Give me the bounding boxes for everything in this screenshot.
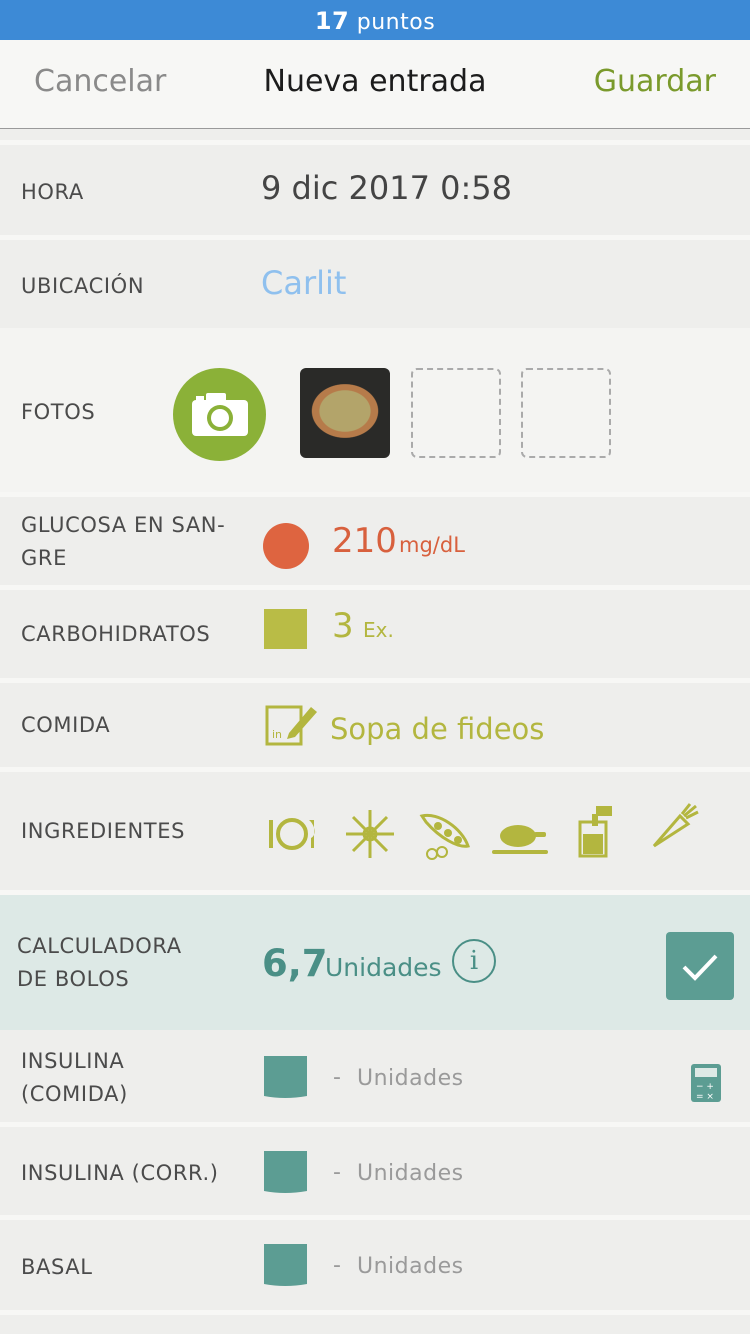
carbs-indicator-square [264, 609, 307, 649]
carbs-label: CARBOHIDRATOS [21, 622, 211, 646]
edit-note-icon: in [265, 705, 317, 746]
ingredients-label: INGREDIENTES [21, 819, 186, 843]
pea-pod-icon[interactable] [418, 808, 472, 862]
bolus-label-line2: DE BOLOS [17, 967, 130, 991]
basal-dash: - [333, 1253, 341, 1278]
info-icon[interactable]: i [452, 939, 496, 983]
carbs-unit: Ex. [363, 618, 394, 642]
insulin-correction-label: INSULINA (CORR.) [21, 1161, 219, 1185]
grain-icon[interactable] [344, 808, 396, 860]
bolus-unit: Unidades [325, 953, 442, 982]
glucose-indicator-dot [263, 523, 309, 569]
checkmark-icon [682, 954, 718, 981]
row-blood-glucose[interactable]: GLUCOSA EN SAN- GRE 210 mg/dL [0, 497, 750, 585]
insulin-meal-label-line1: INSULINA [21, 1049, 125, 1073]
empty-photo-slot[interactable] [411, 368, 501, 458]
time-label: HORA [21, 180, 84, 204]
location-label: UBICACIÓN [21, 274, 145, 298]
location-value[interactable]: Carlit [261, 264, 346, 302]
insulin-correction-unit[interactable]: Unidades [357, 1161, 464, 1186]
photos-label: FOTOS [21, 400, 96, 424]
svg-text:= ×: = × [696, 1092, 714, 1102]
meal-label: COMIDA [21, 713, 111, 737]
row-meal[interactable]: COMIDA in Sopa de fideos [0, 683, 750, 767]
camera-button[interactable] [173, 368, 266, 461]
basal-unit[interactable]: Unidades [357, 1254, 464, 1279]
insulin-correction-dash: - [333, 1160, 341, 1185]
basal-label: BASAL [21, 1255, 93, 1279]
bolus-label-line1: CALCULADORA [17, 934, 182, 958]
save-button[interactable]: Guardar [594, 64, 716, 99]
insulin-meal-unit[interactable]: Unidades [357, 1066, 464, 1091]
time-value[interactable]: 9 dic 2017 0:58 [261, 169, 512, 207]
meal-name[interactable]: Sopa de fideos [330, 712, 544, 746]
basal-badge [264, 1244, 307, 1286]
plate-cutlery-icon[interactable] [266, 808, 318, 858]
glucose-value[interactable]: 210 [332, 521, 397, 561]
meal-photo-thumbnail[interactable] [300, 368, 390, 458]
row-bolus-calculator[interactable]: CALCULADORA DE BOLOS 6,7 Unidades i [0, 895, 750, 1030]
glucose-label-line1: GLUCOSA EN SAN- [21, 513, 226, 537]
calculator-icon[interactable]: − + = × [690, 1063, 722, 1103]
row-location[interactable]: UBICACIÓN Carlit [0, 240, 750, 328]
row-ingredients: INGREDIENTES [0, 772, 750, 890]
row-time[interactable]: HORA 9 dic 2017 0:58 [0, 145, 750, 235]
row-insulin-meal[interactable]: INSULINA (COMIDA) - Unidades − + = × [0, 1030, 750, 1122]
insulin-meal-dash: - [333, 1065, 341, 1090]
points-status-bar: 17 puntos [0, 0, 750, 40]
row-photos: FOTOS [0, 328, 750, 492]
row-basal[interactable]: BASAL - Unidades [0, 1220, 750, 1310]
svg-text:in: in [272, 728, 282, 741]
row-insulin-correction[interactable]: INSULINA (CORR.) - Unidades [0, 1127, 750, 1215]
insulin-meal-badge [264, 1056, 307, 1098]
divider [0, 1310, 750, 1315]
glucose-unit: mg/dL [399, 533, 465, 557]
roast-chicken-icon[interactable] [490, 816, 550, 856]
insulin-correction-badge [264, 1151, 307, 1193]
carbs-value[interactable]: 3 [332, 606, 354, 646]
row-carbohydrates[interactable]: CARBOHIDRATOS 3 Ex. [0, 590, 750, 678]
points-number: 17 [314, 7, 350, 35]
empty-photo-slot[interactable] [521, 368, 611, 458]
navigation-bar: Cancelar Nueva entrada Guardar [0, 40, 750, 129]
accept-bolus-button[interactable] [666, 932, 734, 1000]
carrot-icon[interactable] [650, 802, 700, 852]
milk-jug-icon[interactable] [574, 802, 618, 858]
glucose-label-line2: GRE [21, 546, 67, 570]
camera-icon [192, 393, 248, 436]
points-label: puntos [356, 10, 436, 35]
svg-text:− +: − + [696, 1082, 714, 1092]
bolus-value: 6,7 [262, 942, 328, 985]
insulin-meal-label-line2: (COMIDA) [21, 1082, 128, 1106]
